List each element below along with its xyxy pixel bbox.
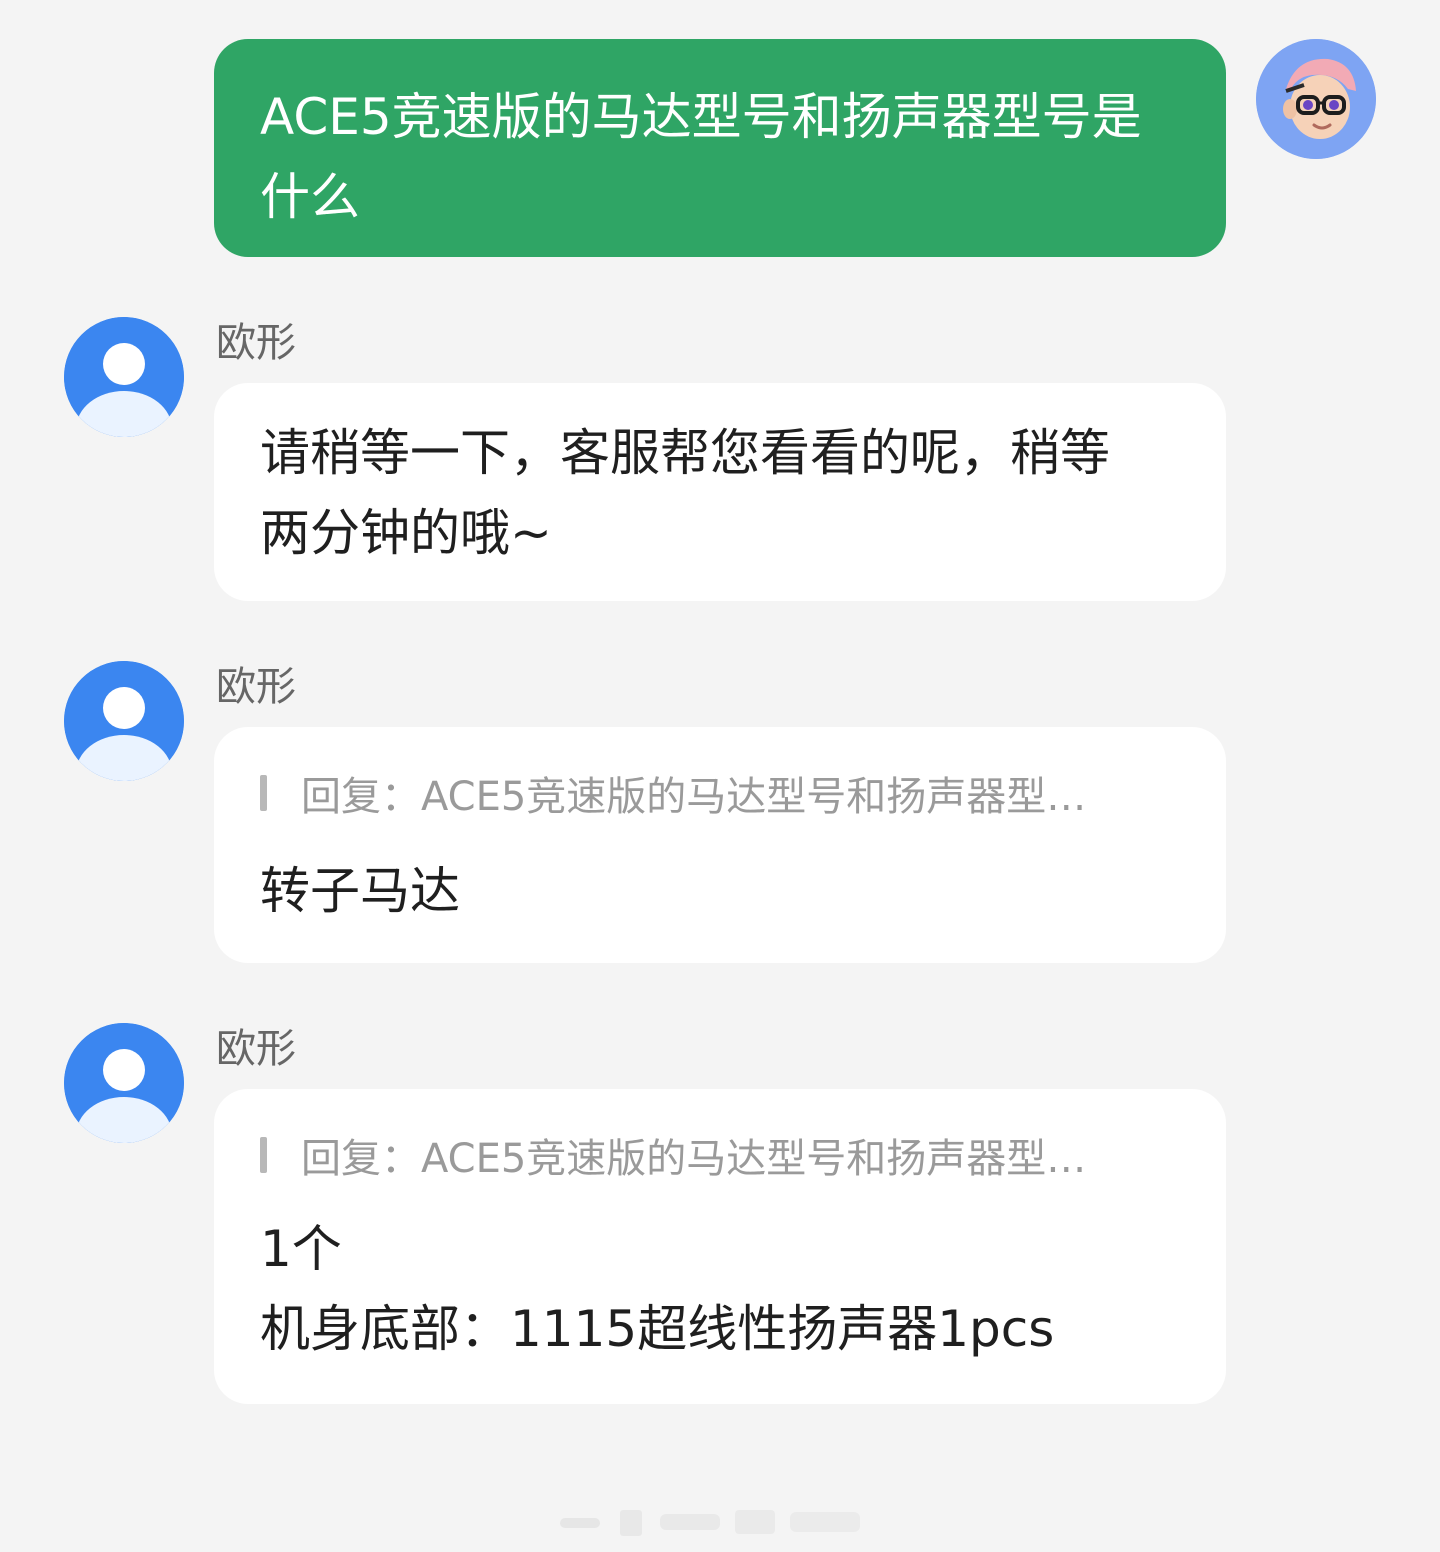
person-silhouette-icon xyxy=(64,661,184,781)
quote-bar xyxy=(260,775,267,811)
agent-avatar[interactable] xyxy=(64,661,184,781)
sender-name: 欧形 xyxy=(216,664,296,710)
person-silhouette-icon xyxy=(64,317,184,437)
agent-message-text: 转子马达 xyxy=(260,862,460,920)
quote-text: 回复：ACE5竞速版的马达型号和扬声器型… xyxy=(301,774,1087,820)
user-avatar[interactable] xyxy=(1256,39,1376,159)
reply-quote[interactable]: 回复：ACE5竞速版的马达型号和扬声器型… xyxy=(260,765,1182,821)
agent-message-text: 1个 机身底部：1115超线性扬声器1pcs xyxy=(260,1220,1055,1358)
user-message-text: ACE5竞速版的马达型号和扬声器型号是 什么 xyxy=(260,88,1142,226)
reply-quote[interactable]: 回复：ACE5竞速版的马达型号和扬声器型… xyxy=(260,1127,1182,1183)
agent-message-bubble[interactable]: 回复：ACE5竞速版的马达型号和扬声器型… 转子马达 xyxy=(214,727,1226,963)
quote-bar xyxy=(260,1137,267,1173)
agent-avatar[interactable] xyxy=(64,317,184,437)
user-message-bubble[interactable]: ACE5竞速版的马达型号和扬声器型号是 什么 xyxy=(214,39,1226,257)
agent-message-bubble[interactable]: 请稍等一下，客服帮您看看的呢，稍等 两分钟的哦~ xyxy=(214,383,1226,601)
quote-text: 回复：ACE5竞速版的马达型号和扬声器型… xyxy=(301,1136,1087,1182)
agent-avatar[interactable] xyxy=(64,1023,184,1143)
memoji-avatar-icon xyxy=(1256,39,1376,159)
watermark-graphic xyxy=(560,1510,860,1536)
person-silhouette-icon xyxy=(64,1023,184,1143)
chat-conversation: ACE5竞速版的马达型号和扬声器型号是 什么 欧形 请稍等一下，客服帮您看看的呢… xyxy=(0,0,1440,1552)
agent-message-bubble[interactable]: 回复：ACE5竞速版的马达型号和扬声器型… 1个 机身底部：1115超线性扬声器… xyxy=(214,1089,1226,1404)
agent-message-text: 请稍等一下，客服帮您看看的呢，稍等 两分钟的哦~ xyxy=(260,424,1110,562)
sender-name: 欧形 xyxy=(216,1026,296,1072)
sender-name: 欧形 xyxy=(216,320,296,366)
